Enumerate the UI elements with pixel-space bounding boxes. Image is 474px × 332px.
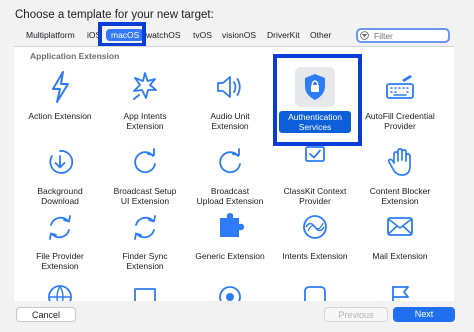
- download-arrow-icon: [40, 142, 80, 182]
- dialog-title: Choose a template for your new target:: [15, 9, 214, 21]
- circular-arrow-icon: [210, 142, 250, 182]
- keyboard-icon: [380, 67, 420, 107]
- template-label: Mail Extension: [372, 251, 428, 261]
- filter-field[interactable]: [356, 28, 450, 43]
- template-label: Action Extension: [28, 111, 92, 121]
- tab-watchos[interactable]: watchOS: [146, 30, 181, 40]
- template-label: ClassKit Context Provider: [283, 186, 347, 206]
- template-label: Finder Sync Extension: [122, 251, 168, 271]
- sync-arrows-icon: [125, 207, 165, 247]
- tab-multiplatform[interactable]: Multiplatform: [26, 30, 75, 40]
- filter-input[interactable]: [374, 30, 446, 41]
- speaker-icon: [210, 67, 250, 107]
- tab-driverkit[interactable]: DriverKit: [267, 30, 300, 40]
- next-button[interactable]: Next: [393, 307, 455, 322]
- clipboard-icon: [295, 142, 335, 182]
- square-icon: [295, 277, 335, 301]
- dialog-footer: Cancel Previous Next: [0, 302, 474, 332]
- previous-button[interactable]: Previous: [324, 307, 388, 322]
- app-intents-icon: [125, 67, 165, 107]
- template-label: Intents Extension: [282, 251, 348, 261]
- tab-ios[interactable]: iOS: [87, 30, 101, 40]
- bubble-icon: [125, 277, 165, 301]
- bolt-icon: [40, 67, 80, 107]
- globe-icon: [40, 277, 80, 301]
- sync-arrows-icon: [40, 207, 80, 247]
- template-grid: Application Extension Action Extension A…: [14, 46, 454, 301]
- circular-arrow-icon: [125, 142, 165, 182]
- template-label: AutoFill Credential Provider: [365, 111, 435, 131]
- template-label: Broadcast Upload Extension: [196, 186, 264, 206]
- template-label: File Provider Extension: [36, 251, 84, 271]
- intents-icon: [295, 207, 335, 247]
- template-label: Content Blocker Extension: [369, 186, 431, 206]
- template-label: Broadcast Setup UI Extension: [113, 186, 177, 206]
- template-label: Background Download: [37, 186, 83, 206]
- shield-lock-icon: [295, 67, 335, 107]
- puzzle-icon: [210, 207, 250, 247]
- tab-other[interactable]: Other: [310, 30, 331, 40]
- template-label: Generic Extension: [195, 251, 265, 261]
- template-label: Authentication Services: [279, 111, 351, 133]
- flag-icon: [380, 277, 420, 301]
- template-label: App Intents Extension: [123, 111, 167, 131]
- filter-icon: [360, 31, 369, 40]
- envelope-icon: [380, 207, 420, 247]
- cancel-button[interactable]: Cancel: [16, 307, 76, 322]
- section-header: Application Extension: [30, 51, 120, 61]
- tab-macos[interactable]: macOS: [106, 29, 145, 41]
- template-label: Audio Unit Extension: [210, 111, 250, 131]
- template-chooser-sheet: Choose a template for your new target: M…: [0, 0, 474, 332]
- tab-visionos[interactable]: visionOS: [222, 30, 256, 40]
- hand-icon: [380, 142, 420, 182]
- tab-tvos[interactable]: tvOS: [193, 30, 212, 40]
- badge-icon: [210, 277, 250, 301]
